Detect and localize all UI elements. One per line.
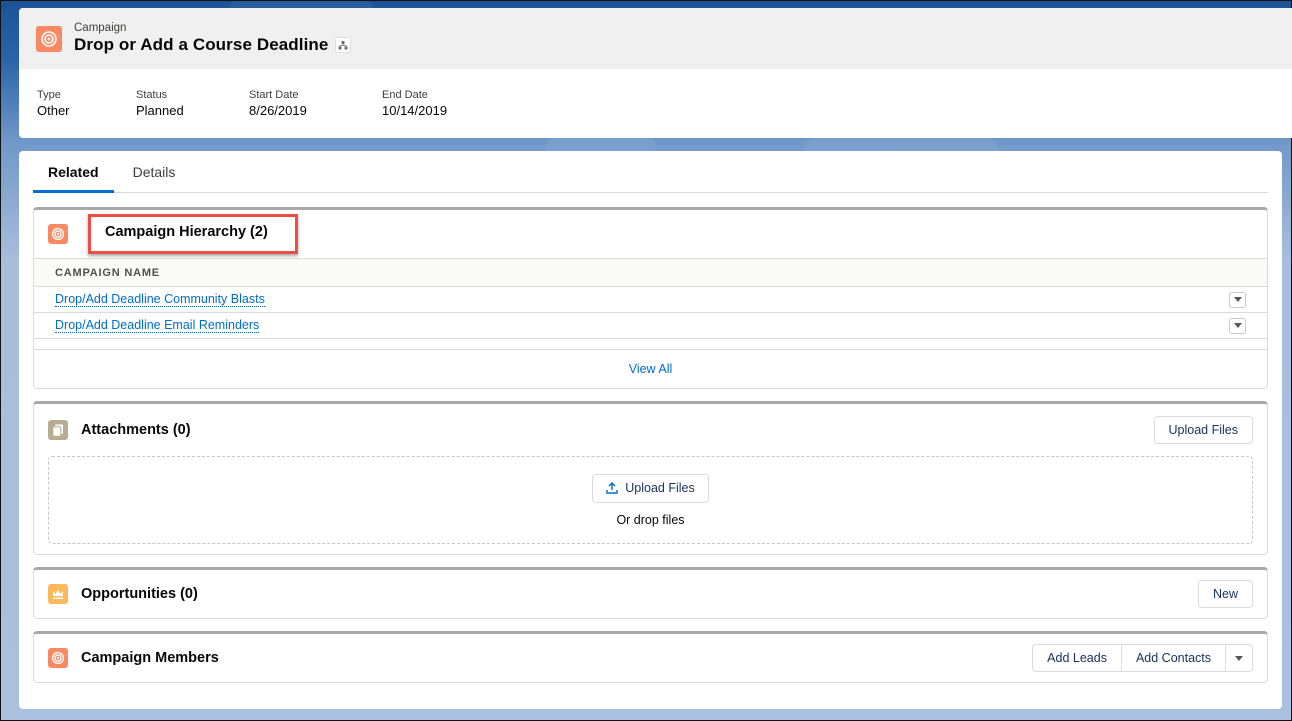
- field-label: Type: [37, 89, 61, 101]
- upload-icon: [606, 482, 618, 494]
- view-all-footer: View All: [34, 350, 1267, 388]
- view-hierarchy-button[interactable]: [335, 37, 352, 53]
- column-header-campaign-name[interactable]: CAMPAIGN NAME: [34, 258, 1267, 287]
- chevron-down-icon: [1235, 655, 1243, 661]
- main-content-card: Related Details Campaign Hierarchy (2) C…: [19, 151, 1282, 709]
- drop-files-text: Or drop files: [616, 512, 685, 527]
- table-row: Drop/Add Deadline Email Reminders: [34, 313, 1267, 339]
- record-header-top: Campaign Drop or Add a Course Deadline: [19, 8, 1292, 69]
- row-actions-button[interactable]: [1229, 317, 1246, 334]
- field-label: Start Date: [249, 89, 299, 101]
- field-status: Status Planned: [136, 88, 249, 120]
- field-value: 10/14/2019: [382, 103, 448, 118]
- field-label: End Date: [382, 89, 428, 101]
- related-list-header: Attachments (0) Upload Files: [34, 404, 1267, 456]
- crown-icon: [48, 584, 68, 604]
- more-actions-button[interactable]: [1225, 644, 1253, 672]
- hierarchy-icon: [338, 40, 348, 49]
- related-list-campaign-hierarchy: Campaign Hierarchy (2) CAMPAIGN NAME Dro…: [33, 207, 1268, 389]
- campaign-link[interactable]: Drop/Add Deadline Community Blasts: [55, 292, 265, 307]
- related-list-header: Campaign Hierarchy (2): [34, 210, 1267, 258]
- file-dropzone[interactable]: Upload Files Or drop files: [48, 456, 1253, 544]
- record-header: Campaign Drop or Add a Course Deadline T…: [19, 8, 1292, 138]
- related-list-attachments: Attachments (0) Upload Files Upload File…: [33, 401, 1268, 555]
- field-label: Status: [136, 89, 168, 101]
- chevron-down-icon: [1233, 297, 1242, 302]
- add-contacts-button[interactable]: Add Contacts: [1120, 644, 1226, 672]
- related-list-title[interactable]: Campaign Hierarchy (2): [105, 224, 268, 240]
- campaign-target-icon: [36, 25, 62, 52]
- view-all-link[interactable]: View All: [629, 362, 673, 376]
- dropzone-upload-files-button[interactable]: Upload Files: [592, 473, 709, 503]
- upload-files-button[interactable]: Upload Files: [1153, 416, 1253, 444]
- field-end-date: End Date 10/14/2019: [382, 88, 502, 120]
- related-list-header: Opportunities (0) New: [34, 570, 1267, 618]
- campaign-members-button-group: Add Leads Add Contacts: [1032, 644, 1253, 672]
- related-list-campaign-members: Campaign Members Add Leads Add Contacts: [33, 631, 1268, 683]
- field-start-date: Start Date 8/26/2019: [249, 88, 382, 120]
- related-list-header: Campaign Members Add Leads Add Contacts: [34, 634, 1267, 682]
- upload-files-label: Upload Files: [625, 481, 695, 495]
- table-row: Drop/Add Deadline Community Blasts: [34, 287, 1267, 313]
- highlights-panel: Type Other Status Planned Start Date 8/2…: [19, 69, 1292, 120]
- related-list-title[interactable]: Attachments (0): [81, 422, 191, 438]
- highlight-annotation-box: Campaign Hierarchy (2): [88, 214, 298, 254]
- field-type: Type Other: [37, 88, 136, 120]
- related-list-title[interactable]: Opportunities (0): [81, 586, 198, 602]
- tab-details[interactable]: Details: [118, 151, 191, 192]
- chevron-down-icon: [1233, 323, 1242, 328]
- tab-bar: Related Details: [33, 151, 1268, 193]
- field-value: Planned: [136, 103, 184, 118]
- table-spacer: [34, 339, 1267, 350]
- add-leads-button[interactable]: Add Leads: [1032, 644, 1122, 672]
- field-value: Other: [37, 103, 70, 118]
- campaign-target-icon: [48, 648, 68, 668]
- tab-related[interactable]: Related: [33, 151, 114, 193]
- related-list-opportunities: Opportunities (0) New: [33, 567, 1268, 619]
- row-actions-button[interactable]: [1229, 291, 1246, 308]
- related-list-title[interactable]: Campaign Members: [81, 650, 219, 666]
- campaign-target-icon: [48, 224, 68, 244]
- file-icon: [48, 420, 68, 440]
- new-opportunity-button[interactable]: New: [1197, 580, 1253, 608]
- campaign-link[interactable]: Drop/Add Deadline Email Reminders: [55, 318, 260, 333]
- object-label: Campaign: [74, 22, 127, 34]
- record-title: Drop or Add a Course Deadline: [74, 35, 329, 54]
- field-value: 8/26/2019: [249, 103, 307, 118]
